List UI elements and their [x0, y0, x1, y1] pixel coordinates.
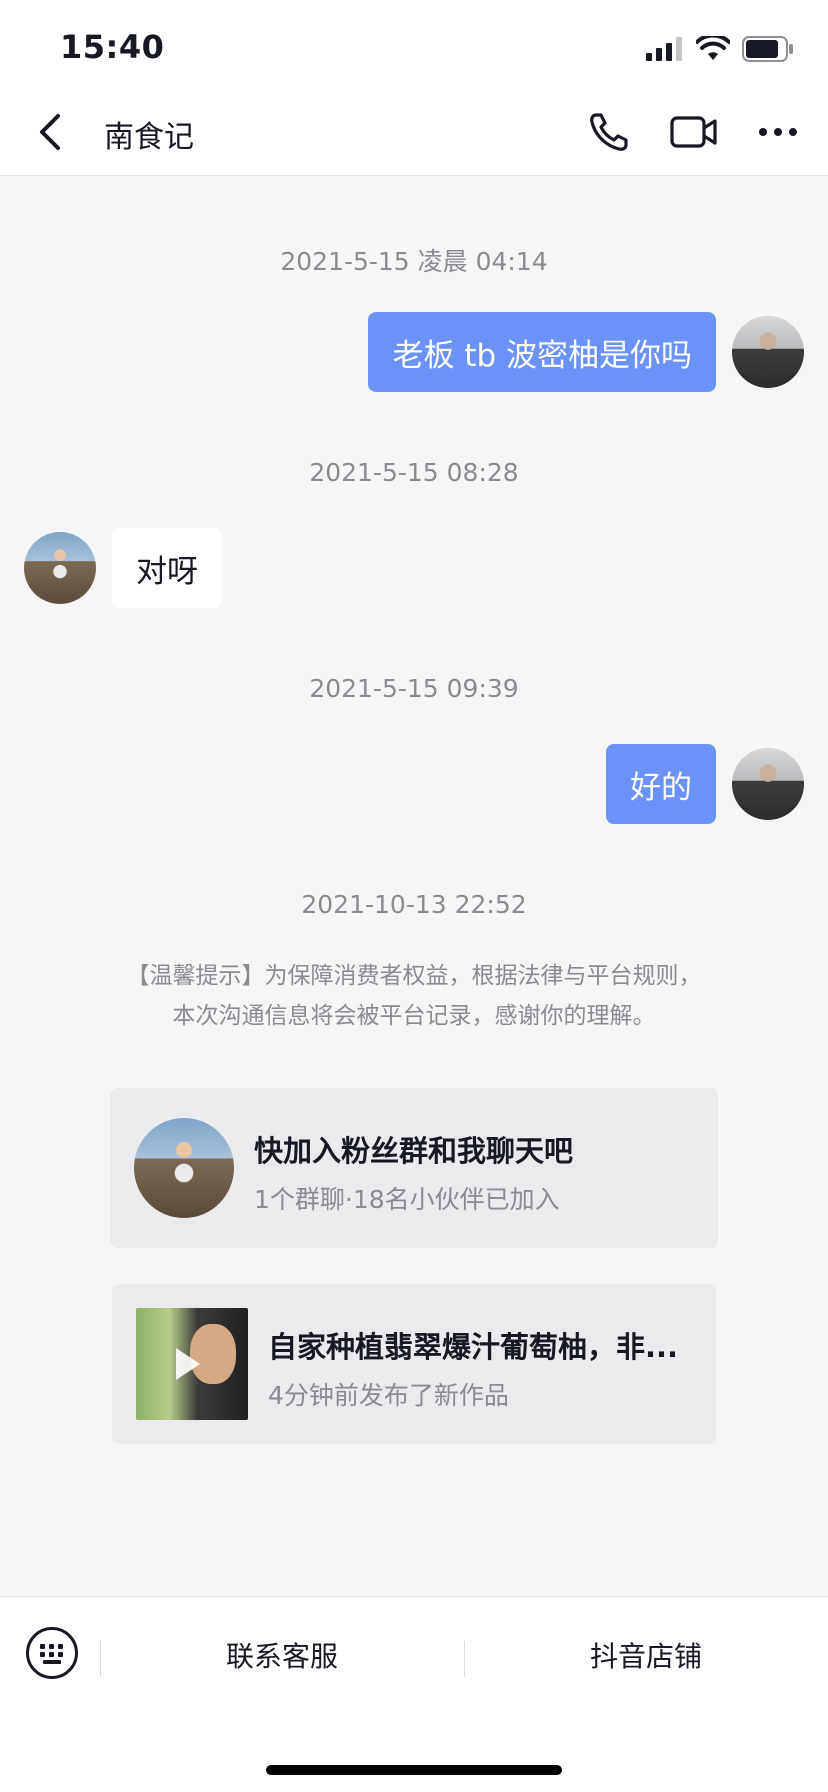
keyboard-button[interactable] [26, 1627, 78, 1679]
nav-actions [588, 108, 798, 156]
video-card-title: 自家种植翡翠爆汁葡萄柚，非... [268, 1330, 679, 1364]
douyin-shop-button[interactable]: 抖音店铺 [464, 1635, 828, 1675]
message-timestamp: 2021-10-13 22:52 [301, 890, 527, 919]
more-button[interactable] [758, 108, 798, 156]
back-button[interactable] [28, 110, 72, 154]
video-call-button[interactable] [670, 108, 718, 156]
outgoing-message[interactable]: 老板 tb 波密柚是你吗 [368, 312, 716, 392]
message-timestamp: 2021-5-15 09:39 [309, 674, 519, 703]
group-card-subtitle: 1个群聊·18名小伙伴已加入 [254, 1185, 560, 1214]
signal-icon [646, 37, 682, 61]
shop-avatar[interactable] [24, 532, 96, 604]
battery-icon [742, 36, 793, 62]
keyboard-icon [40, 1644, 63, 1664]
my-avatar[interactable] [732, 748, 804, 820]
message-timestamp: 2021-5-15 凌晨 04:14 [280, 247, 548, 276]
fan-group-card[interactable]: 快加入粉丝群和我聊天吧 1个群聊·18名小伙伴已加入 [110, 1088, 718, 1248]
home-indicator [266, 1765, 562, 1775]
wifi-icon [696, 36, 730, 60]
chevron-left-icon [40, 114, 60, 150]
message-timestamp: 2021-5-15 08:28 [309, 458, 519, 487]
new-video-card[interactable]: 自家种植翡翠爆汁葡萄柚，非... 4分钟前发布了新作品 [112, 1284, 716, 1444]
video-thumbnail [136, 1308, 248, 1420]
group-avatar [134, 1118, 234, 1218]
privacy-notice: 【温馨提示】为保障消费者权益，根据法律与平台规则， 本次沟通信息将会被平台记录，… [60, 956, 768, 1036]
video-card-subtitle: 4分钟前发布了新作品 [268, 1381, 509, 1410]
chat-area[interactable]: 2021-5-15 凌晨 04:14 老板 tb 波密柚是你吗 2021-5-1… [0, 176, 828, 1596]
chat-title: 南食记 [104, 120, 194, 155]
play-icon [176, 1348, 200, 1380]
my-avatar[interactable] [732, 316, 804, 388]
notice-line: 【温馨提示】为保障消费者权益，根据法律与平台规则， [126, 963, 702, 989]
incoming-message[interactable]: 对呀 [112, 528, 222, 608]
video-camera-icon [670, 116, 717, 148]
nav-bar: 南食记 [0, 88, 828, 176]
status-icons [646, 34, 794, 64]
status-bar: 15:40 [0, 0, 828, 88]
voice-call-button[interactable] [588, 108, 630, 156]
more-dots-icon [759, 128, 797, 136]
outgoing-message[interactable]: 好的 [606, 744, 716, 824]
phone-icon [590, 113, 628, 151]
contact-service-button[interactable]: 联系客服 [100, 1635, 464, 1675]
group-card-title: 快加入粉丝群和我聊天吧 [254, 1134, 574, 1168]
notice-line: 本次沟通信息将会被平台记录，感谢你的理解。 [172, 1003, 656, 1029]
bottom-bar: 联系客服 抖音店铺 [0, 1596, 828, 1792]
status-time: 15:40 [60, 28, 165, 66]
